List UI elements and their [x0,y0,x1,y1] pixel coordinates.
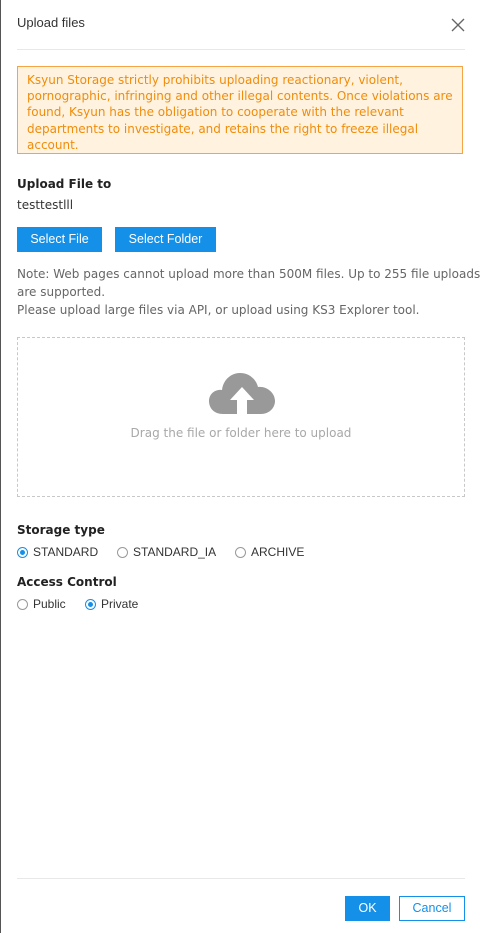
footer-divider [17,878,465,879]
radio-checked-icon [17,547,28,558]
dialog-title: Upload files [17,15,85,30]
radio-label: Public [33,597,66,611]
radio-unchecked-icon [17,599,28,610]
radio-unchecked-icon [117,547,128,558]
cancel-button[interactable]: Cancel [399,896,465,921]
upload-note: Note: Web pages cannot upload more than … [17,265,480,319]
note-line: Please upload large files via API, or up… [17,303,420,317]
access-control-radio-group: Public Private [17,597,465,613]
storage-type-radio-group: STANDARD STANDARD_IA ARCHIVE [17,545,465,561]
storage-type-label: Storage type [17,523,105,537]
radio-label: Private [101,597,139,611]
warning-banner: Ksyun Storage strictly prohibits uploadi… [17,66,463,154]
radio-label: STANDARD [33,545,99,559]
select-folder-button[interactable]: Select Folder [115,227,216,252]
dropzone-text: Drag the file or folder here to upload [130,426,352,440]
note-line: are supported. [17,285,106,299]
radio-label: STANDARD_IA [133,545,217,559]
upload-to-label: Upload File to [17,177,112,191]
radio-label: ARCHIVE [251,545,305,559]
access-control-label: Access Control [17,575,117,589]
radio-unchecked-icon [235,547,246,558]
note-line: Note: Web pages cannot upload more than … [17,267,480,281]
upload-dropzone[interactable]: Drag the file or folder here to upload [17,337,465,497]
close-button[interactable] [449,16,467,34]
upload-path: testtestlll [17,198,74,212]
cloud-upload-icon [209,373,275,414]
dialog-header: Upload files [17,0,465,50]
window-left-edge [0,0,1,933]
radio-checked-icon [85,599,96,610]
select-file-button[interactable]: Select File [17,227,102,252]
warning-text: Ksyun Storage strictly prohibits uploadi… [27,73,453,152]
ok-button[interactable]: OK [345,896,390,921]
close-icon [451,18,465,32]
